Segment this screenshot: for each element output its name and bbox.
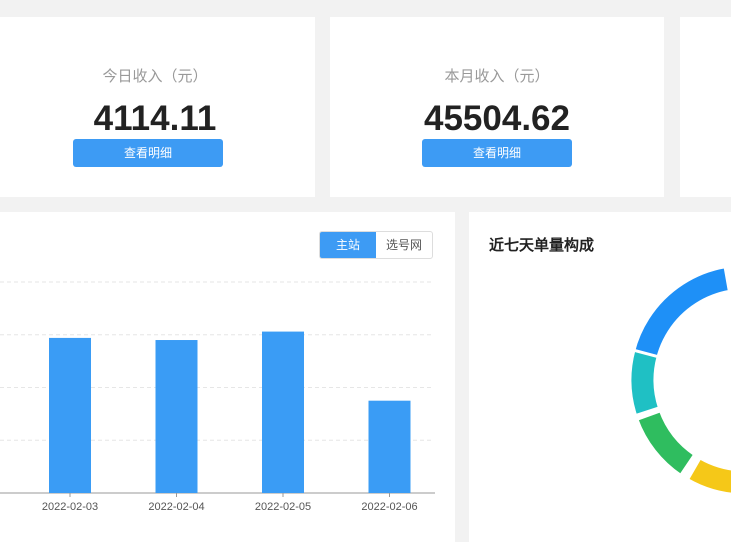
- bar[interactable]: [49, 338, 91, 493]
- bar[interactable]: [156, 340, 198, 493]
- month-detail-button[interactable]: 查看明细: [422, 139, 572, 167]
- x-tick-label: 2022-02-06: [361, 501, 417, 513]
- bar-chart-panel: 2022-02-03 2022-02-04 2022-02-05 2022-02-06: [0, 212, 455, 542]
- donut-segment[interactable]: [688, 458, 731, 495]
- month-income-card: 本月收入（元） 45504.62 查看明细: [330, 17, 664, 197]
- donut-chart: [469, 212, 731, 542]
- tab-main-site[interactable]: 主站: [320, 232, 376, 258]
- third-stat-card: [680, 17, 731, 197]
- donut-segment[interactable]: [630, 350, 659, 415]
- month-income-value: 45504.62: [330, 99, 664, 139]
- x-tick-label: 2022-02-04: [148, 501, 204, 513]
- x-tick-label: 2022-02-03: [42, 501, 98, 513]
- month-income-label: 本月收入（元）: [330, 65, 664, 86]
- bar-chart: 2022-02-03 2022-02-04 2022-02-05 2022-02-06: [0, 212, 455, 542]
- x-tick-label: 2022-02-05: [255, 501, 311, 513]
- donut-segment[interactable]: [637, 411, 695, 476]
- bar[interactable]: [369, 401, 411, 493]
- tab-number-site[interactable]: 选号网: [376, 232, 432, 258]
- today-income-value: 4114.11: [0, 99, 315, 139]
- bar[interactable]: [262, 332, 304, 493]
- today-income-card: 今日收入（元） 4114.11 查看明细: [0, 17, 315, 197]
- donut-panel: 近七天单量构成: [469, 212, 731, 542]
- site-toggle: 主站 选号网: [319, 231, 433, 259]
- today-income-label: 今日收入（元）: [0, 65, 315, 86]
- today-detail-button[interactable]: 查看明细: [73, 139, 223, 167]
